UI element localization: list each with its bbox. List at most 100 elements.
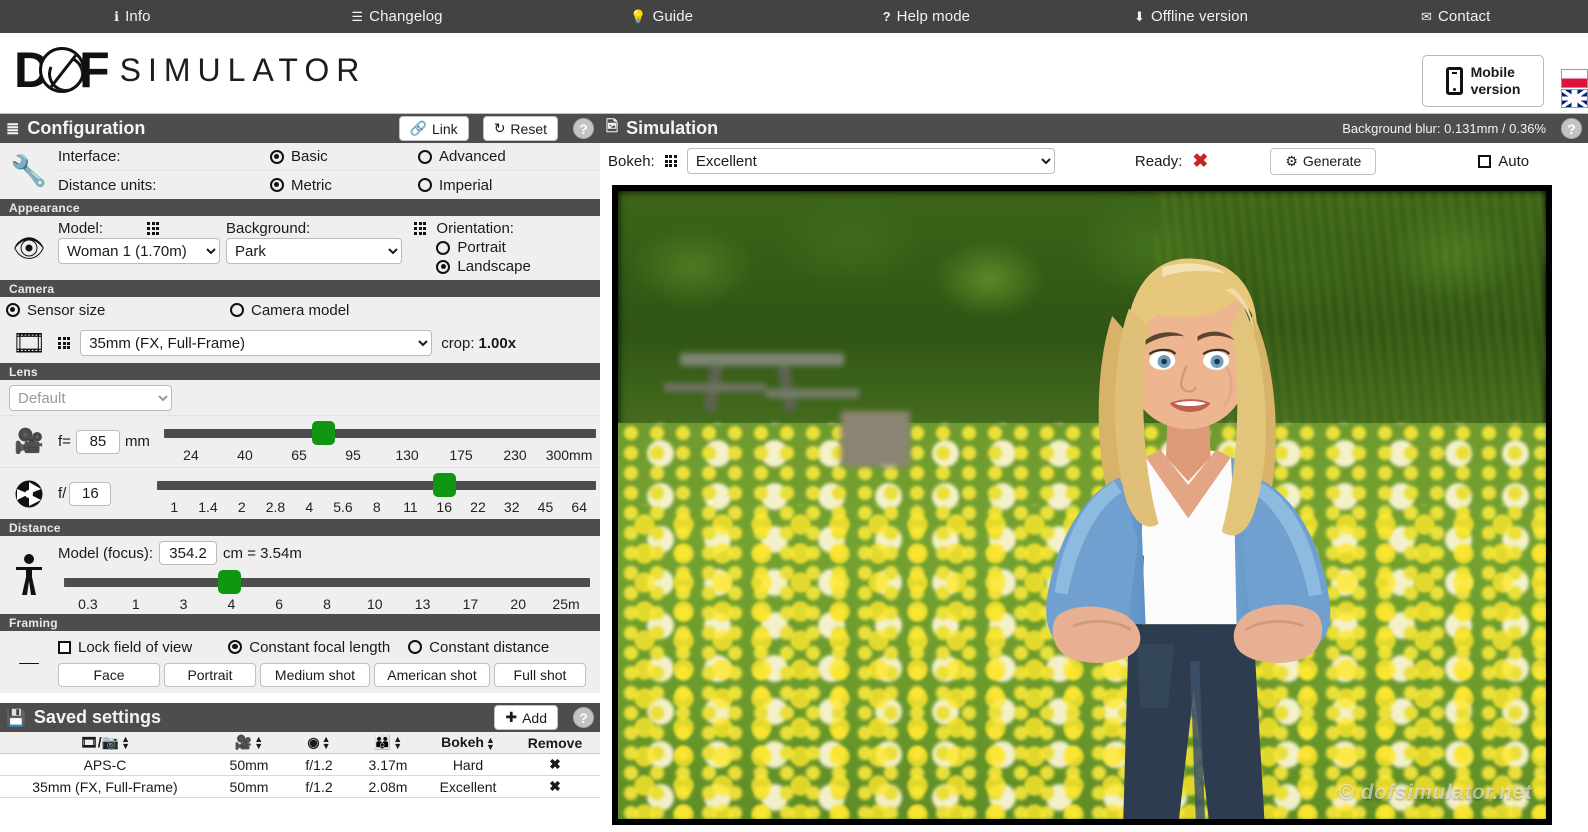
aperture-slider-track[interactable] [157, 480, 596, 490]
radio-dot-sensor-size[interactable] [6, 303, 20, 317]
aperture-slider-knob[interactable] [433, 472, 457, 497]
sort-icon[interactable]: ▲ ▼ [254, 735, 263, 751]
saved-settings-help-icon[interactable]: ? [573, 707, 594, 728]
sensor-row: 🎞 35mm (FX, Full-Frame) crop: 1.00x [0, 323, 600, 363]
radio-constant-distance[interactable]: Constant distance [408, 639, 549, 656]
nav-item-offline-version[interactable]: ⬇ Offline version [1059, 0, 1324, 33]
sensor-select[interactable]: 35mm (FX, Full-Frame) [80, 330, 433, 356]
radio-interface-advanced[interactable]: Advanced [418, 148, 506, 165]
bokeh-gallery-icon[interactable] [664, 154, 677, 168]
radio-dot-imperial[interactable] [418, 178, 432, 192]
distance-slider-wrap[interactable] [64, 570, 590, 594]
add-label: Add [522, 709, 547, 726]
simulation-image[interactable]: © dofsimulator.net [618, 191, 1546, 819]
aperture-slider[interactable]: 1 1.4 2 2.8 4 5.6 8 11 16 22 32 45 64 [157, 472, 596, 515]
site-logo[interactable]: D F SIMULATOR [14, 45, 366, 95]
radio-units-imperial[interactable]: Imperial [418, 177, 492, 194]
shot-button-face[interactable]: Face [58, 663, 160, 687]
checkbox-auto[interactable]: Auto [1478, 153, 1529, 170]
focus-distance-input[interactable] [159, 541, 218, 565]
lock-fov-checkbox[interactable] [58, 640, 71, 654]
col-focal[interactable]: 🎥 ▲ ▼ [210, 732, 288, 754]
col-bokeh[interactable]: Bokeh ▲ ▼ [426, 732, 510, 754]
distance-slider-track[interactable] [64, 578, 590, 587]
link-button[interactable]: 🔗 Link [398, 116, 469, 141]
col-aperture[interactable]: ◉ ▲ ▼ [288, 732, 350, 754]
radio-orientation-landscape[interactable]: Landscape [436, 258, 531, 275]
radio-dot-camera-model[interactable] [230, 303, 244, 317]
shot-button-american-shot[interactable]: American shot [374, 663, 490, 687]
shot-button-medium-shot[interactable]: Medium shot [260, 663, 370, 687]
appearance-section-header: Appearance [0, 199, 600, 216]
sort-icon[interactable]: ▲ ▼ [486, 735, 495, 751]
radio-dot-metric[interactable] [270, 178, 284, 192]
cell-distance: 2.08m [350, 775, 426, 798]
sort-icon[interactable]: ▲ ▼ [393, 735, 402, 751]
col-sensor[interactable]: 🎞/📷 ▲ ▼ [0, 732, 210, 754]
table-row[interactable]: APS-C 50mm f/1.2 3.17m Hard ✖ [0, 753, 600, 776]
top-navigation: ℹ Info ☰ Changelog 💡 Guide ? Help mode ⬇… [0, 0, 1588, 33]
remove-row-button[interactable]: ✖ [510, 775, 600, 798]
focal-slider-track[interactable] [163, 428, 596, 438]
radio-dot-constant-distance[interactable] [408, 640, 423, 654]
add-setting-button[interactable]: ✚ Add [494, 705, 558, 730]
auto-checkbox[interactable] [1478, 154, 1492, 168]
sort-icon[interactable]: ▲ ▼ [121, 735, 130, 751]
generate-button[interactable]: ⚙ Generate [1270, 147, 1377, 175]
radio-dot-advanced[interactable] [418, 149, 432, 164]
background-gallery-icon[interactable] [414, 222, 427, 235]
mobile-version-label: Mobile version [1470, 63, 1521, 98]
mobile-version-button[interactable]: Mobile version [1422, 55, 1544, 107]
nav-item-info[interactable]: ℹ Info [0, 0, 265, 33]
model-figure [947, 191, 1430, 819]
distance-slider[interactable]: 0.3 1 3 4 6 8 10 13 17 20 25m [64, 570, 590, 612]
radio-interface-basic[interactable]: Basic [270, 148, 418, 165]
radio-camera-model[interactable]: Camera model [230, 302, 349, 319]
radio-dot-portrait[interactable] [436, 240, 451, 255]
remove-row-button[interactable]: ✖ [510, 753, 600, 776]
shot-button-full-shot[interactable]: Full shot [494, 663, 586, 687]
distance-tick: 20 [510, 596, 526, 612]
focal-slider-wrap[interactable] [163, 420, 596, 445]
nav-item-changelog[interactable]: ☰ Changelog [265, 0, 530, 33]
background-select[interactable]: Park [226, 238, 402, 264]
model-select[interactable]: Woman 1 (1.70m) [58, 238, 220, 264]
configuration-help-icon[interactable]: ? [573, 118, 594, 139]
aperture-input[interactable] [69, 481, 112, 506]
checkbox-lock-fov[interactable]: Lock field of view [58, 639, 192, 656]
nav-item-contact[interactable]: ✉ Contact [1323, 0, 1588, 33]
radio-dot-basic[interactable] [270, 149, 284, 164]
radio-units-metric[interactable]: Metric [270, 177, 418, 194]
focal-tick: 230 [503, 446, 527, 463]
reset-button[interactable]: ↻ Reset [482, 116, 558, 141]
polish-flag-icon[interactable] [1561, 69, 1588, 88]
sensor-gallery-icon[interactable] [58, 336, 71, 350]
nav-item-guide[interactable]: 💡 Guide [529, 0, 794, 33]
nav-item-help-mode[interactable]: ? Help mode [794, 0, 1059, 33]
background-blur-info: Background blur: 0.131mm / 0.36% [1342, 121, 1546, 136]
distance-slider-knob[interactable] [218, 570, 242, 594]
person-icon: 👪 [373, 734, 392, 750]
simulation-help-icon[interactable]: ? [1561, 118, 1582, 139]
focal-length-input[interactable] [75, 429, 120, 454]
label-constant-distance: Constant distance [429, 638, 550, 656]
col-distance[interactable]: 👪 ▲ ▼ [350, 732, 426, 754]
lens-select[interactable]: Default [9, 385, 172, 411]
model-gallery-icon[interactable] [147, 222, 160, 235]
radio-dot-constant-focal[interactable] [228, 640, 243, 654]
focal-slider[interactable]: 24 40 65 95 130 175 230 300mm [163, 420, 596, 463]
bokeh-select[interactable]: Excellent [686, 148, 1055, 174]
radio-constant-focal-length[interactable]: Constant focal length [228, 639, 390, 656]
radio-sensor-size[interactable]: Sensor size [6, 302, 230, 319]
uk-flag-icon[interactable] [1561, 89, 1588, 108]
focal-slider-knob[interactable] [312, 420, 336, 445]
sort-icon[interactable]: ▲ ▼ [322, 735, 331, 751]
simulation-stage[interactable]: © dofsimulator.net [612, 185, 1552, 825]
interface-row: Interface: Basic Advanced [58, 143, 600, 171]
radio-orientation-portrait[interactable]: Portrait [436, 239, 530, 256]
camera-mode-row: Sensor size Camera model [0, 297, 600, 323]
shot-button-portrait[interactable]: Portrait [164, 663, 256, 687]
table-row[interactable]: 35mm (FX, Full-Frame) 50mm f/1.2 2.08m E… [0, 775, 600, 798]
aperture-slider-wrap[interactable] [157, 472, 596, 497]
radio-dot-landscape[interactable] [436, 259, 451, 274]
